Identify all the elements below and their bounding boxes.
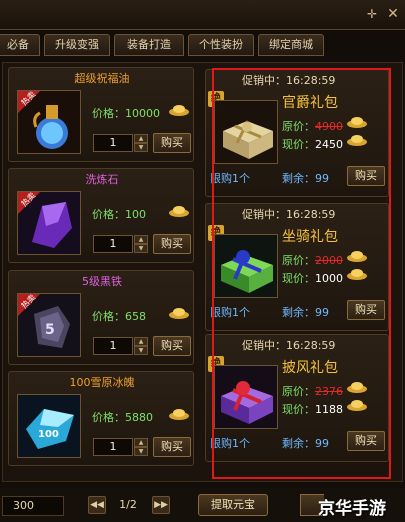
stepper-down-icon[interactable]: ▼ (134, 244, 148, 253)
buy-button[interactable]: 购买 (153, 234, 191, 254)
buy-button[interactable]: 购买 (347, 431, 385, 451)
gold-ingot-icon (346, 115, 368, 132)
promo-item-card: 促销中：16:28:59 绝 坐骑礼包 原价：2000 现价：1000 限购1个… (205, 203, 389, 331)
quantity-stepper[interactable]: ▲ ▼ (134, 134, 148, 152)
shop-item-card: 超级祝福油 热卖 价格：10000 1 ▲ ▼ 购买 (8, 67, 194, 162)
stepper-up-icon[interactable]: ▲ (134, 235, 148, 244)
prev-page-button[interactable]: ◀◀ (88, 496, 106, 514)
quantity-input[interactable]: 1 (93, 235, 133, 253)
green-gift-box-icon[interactable] (214, 234, 278, 298)
gold-ingot-icon (168, 204, 190, 221)
stepper-up-icon[interactable]: ▲ (134, 337, 148, 346)
gold-ingot-icon (346, 249, 368, 266)
stepper-up-icon[interactable]: ▲ (134, 438, 148, 447)
next-page-button[interactable]: ▶▶ (152, 496, 170, 514)
watermark-text: 京华手游 (318, 499, 386, 519)
title-bar: ✛ ✕ (0, 0, 405, 30)
item-name: 5级黑铁 (82, 275, 122, 288)
current-price: 现价：1188 (282, 403, 343, 416)
purple-stone-icon[interactable]: 热卖 (17, 191, 81, 255)
page-indicator: 1/2 (119, 498, 137, 511)
item-price: 价格：10000 (92, 107, 160, 120)
gift-name: 官爵礼包 (282, 95, 338, 111)
gold-ingot-icon (346, 380, 368, 397)
purchase-limit: 限购1个 (210, 437, 250, 450)
item-name: 洗炼石 (85, 173, 119, 186)
item-price: 价格：5880 (92, 411, 153, 424)
close-button[interactable]: ✕ (383, 4, 403, 24)
buy-button[interactable]: 购买 (153, 133, 191, 153)
original-price: 原价：2000 (282, 254, 343, 267)
quantity-stepper[interactable]: ▲ ▼ (134, 235, 148, 253)
promo-item-card: 促销中：16:28:59 绝 披风礼包 原价：2376 现价：1188 限购1个… (205, 334, 389, 462)
gold-ingot-icon (168, 306, 190, 323)
stepper-down-icon[interactable]: ▼ (134, 143, 148, 152)
purchase-limit: 限购1个 (210, 172, 250, 185)
black-iron-icon[interactable]: 5 热卖 (17, 293, 81, 357)
item-price: 价格：100 (92, 208, 146, 221)
balance-field: 300 (2, 496, 64, 516)
buy-button[interactable]: 购买 (153, 437, 191, 457)
pin-icon[interactable]: ✛ (362, 4, 382, 24)
buy-button[interactable]: 购买 (347, 166, 385, 186)
promo-timer: 促销中：16:28:59 (242, 208, 336, 221)
stepper-up-icon[interactable]: ▲ (134, 134, 148, 143)
remaining-count: 剩余：99 (282, 172, 329, 185)
item-name: 100雪原冰魄 (69, 376, 135, 389)
gold-gift-box-icon[interactable] (214, 100, 278, 164)
gift-name: 披风礼包 (282, 360, 338, 376)
gold-ingot-icon (168, 407, 190, 424)
buy-button[interactable]: 购买 (153, 336, 191, 356)
ice-crystal-icon[interactable]: 100 (17, 394, 81, 458)
gold-ingot-icon (346, 267, 368, 284)
quantity-input[interactable]: 1 (93, 134, 133, 152)
promo-timer: 促销中：16:28:59 (242, 339, 336, 352)
buy-button[interactable]: 购买 (347, 300, 385, 320)
svg-text:100: 100 (38, 429, 59, 440)
current-price: 现价：1000 (282, 272, 343, 285)
tab-bar: 必备 升级变强 装备打造 个性装扮 绑定商城 (0, 34, 405, 58)
original-price: 原价：2376 (282, 385, 343, 398)
item-price: 价格：658 (92, 310, 146, 323)
gold-ingot-icon (346, 133, 368, 150)
gold-ingot-icon (346, 398, 368, 415)
tab-personal-dress[interactable]: 个性装扮 (188, 34, 254, 56)
promo-timer: 促销中：16:28:59 (242, 74, 336, 87)
tab-equipment-forge[interactable]: 装备打造 (114, 34, 184, 56)
oil-bottle-icon[interactable]: 热卖 (17, 90, 81, 154)
original-price: 原价：4900 (282, 120, 343, 133)
remaining-count: 剩余：99 (282, 306, 329, 319)
stepper-down-icon[interactable]: ▼ (134, 346, 148, 355)
tab-level-up[interactable]: 升级变强 (44, 34, 110, 56)
current-price: 现价：2450 (282, 138, 343, 151)
withdraw-ingot-button[interactable]: 提取元宝 (198, 494, 268, 516)
shop-item-card: 100雪原冰魄 100 价格：5880 1 ▲ ▼ 购买 (8, 371, 194, 466)
gift-name: 坐骑礼包 (282, 229, 338, 245)
promo-item-card: 促销中：16:28:59 绝 官爵礼包 原价：4900 现价：2450 限购1个… (205, 69, 389, 197)
quantity-input[interactable]: 1 (93, 337, 133, 355)
stepper-down-icon[interactable]: ▼ (134, 447, 148, 456)
svg-text:5: 5 (45, 322, 55, 338)
remaining-count: 剩余：99 (282, 437, 329, 450)
purchase-limit: 限购1个 (210, 306, 250, 319)
tab-essentials[interactable]: 必备 (0, 34, 40, 56)
shop-item-card: 洗炼石 热卖 价格：100 1 ▲ ▼ 购买 (8, 168, 194, 263)
tab-bound-shop[interactable]: 绑定商城 (258, 34, 324, 56)
quantity-input[interactable]: 1 (93, 438, 133, 456)
purple-gift-box-icon[interactable] (214, 365, 278, 429)
quantity-stepper[interactable]: ▲ ▼ (134, 438, 148, 456)
item-name: 超级祝福油 (74, 72, 130, 85)
shop-item-card: 5级黑铁 5 热卖 价格：658 1 ▲ ▼ 购买 (8, 270, 194, 365)
gold-ingot-icon (168, 103, 190, 120)
quantity-stepper[interactable]: ▲ ▼ (134, 337, 148, 355)
